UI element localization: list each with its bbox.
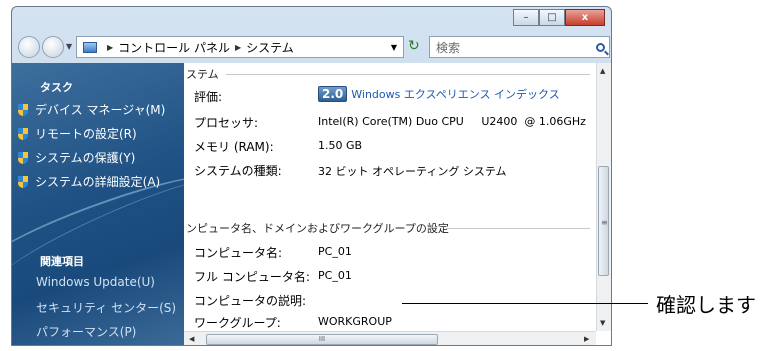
experience-index-link[interactable]: Windows エクスペリエンス インデックス	[351, 88, 559, 101]
section-title-computer: ンピュータ名、ドメインおよびワークグループの設定	[186, 222, 449, 235]
section-divider	[226, 74, 590, 75]
scroll-grip-icon: ≡	[601, 218, 608, 227]
tasks-heading: タスク	[40, 81, 73, 94]
title-bar: – □ x	[12, 7, 611, 31]
computer-name-value: PC_01	[318, 245, 352, 258]
scroll-right-icon[interactable]: ▶	[584, 335, 589, 343]
search-input[interactable]: 検索	[429, 36, 610, 58]
horizontal-scrollbar[interactable]: ◀ III ▶	[184, 331, 596, 345]
sidebar-link-device-manager[interactable]: デバイス マネージャ(M)	[18, 101, 165, 118]
processor-label: プロセッサ:	[194, 116, 259, 130]
refresh-icon[interactable]: ↻	[408, 38, 420, 54]
sidebar-link-performance[interactable]: パフォーマンス(P)	[36, 323, 136, 340]
memory-value: 1.50 GB	[318, 139, 363, 152]
shield-icon	[18, 151, 28, 164]
sidebar-link-label: システムの保護(Y)	[35, 151, 136, 165]
section-divider	[446, 228, 590, 229]
shield-icon	[18, 103, 28, 116]
sidebar-link-security-center[interactable]: セキュリティ センター(S)	[36, 299, 176, 316]
memory-label: メモリ (RAM):	[194, 140, 274, 154]
processor-value: Intel(R) Core(TM) Duo CPU U2400 @ 1.06GH…	[318, 115, 592, 128]
minimize-button[interactable]: –	[513, 9, 539, 26]
callout-leader-line	[402, 303, 648, 304]
scroll-up-icon[interactable]: ▲	[600, 67, 605, 75]
sidebar-link-advanced-settings[interactable]: システムの詳細設定(A)	[18, 173, 160, 190]
search-placeholder: 検索	[436, 40, 461, 55]
vertical-scrollbar[interactable]: ▲ ≡ ▼	[596, 63, 611, 331]
address-dropdown-icon[interactable]: ▼	[391, 43, 397, 52]
breadcrumb-system[interactable]: システム	[246, 39, 294, 56]
computer-name-label: コンピュータ名:	[194, 246, 283, 260]
callout-text: 確認します	[656, 293, 756, 317]
rating-label: 評価:	[194, 90, 223, 104]
computer-description-label: コンピュータの説明:	[194, 294, 307, 308]
sidebar-link-windows-update[interactable]: Windows Update(U)	[36, 275, 155, 289]
scroll-down-icon[interactable]: ▼	[600, 319, 605, 327]
address-bar[interactable]: ▶ コントロール パネル ▶ システム ▼	[76, 36, 404, 58]
close-button[interactable]: x	[565, 9, 605, 26]
workgroup-value: WORKGROUP	[318, 315, 392, 328]
window-controls: – □ x	[513, 9, 605, 26]
sidebar-link-system-protection[interactable]: システムの保護(Y)	[18, 149, 135, 166]
system-type-value: 32 ビット オペレーティング システム	[318, 165, 507, 178]
forward-arrow-icon[interactable]	[42, 36, 64, 58]
workgroup-label: ワークグループ:	[194, 316, 281, 330]
sidebar-link-label: リモートの設定(R)	[35, 127, 137, 141]
system-window: – □ x ▼ ▶ コントロール パネル ▶ システム ▼ ↻ 検索 タスク デ…	[11, 6, 612, 346]
shield-icon	[18, 175, 28, 188]
history-dropdown-icon[interactable]: ▼	[66, 42, 72, 51]
rating-value: 2.0 Windows エクスペリエンス インデックス	[318, 86, 560, 102]
sidebar-link-remote-settings[interactable]: リモートの設定(R)	[18, 125, 137, 142]
full-computer-name-value: PC_01	[318, 269, 352, 282]
maximize-button[interactable]: □	[539, 9, 565, 26]
section-title-system: ステム	[186, 68, 219, 81]
related-heading: 関連項目	[40, 255, 84, 268]
back-arrow-icon[interactable]	[18, 36, 40, 58]
system-type-label: システムの種類:	[194, 164, 282, 178]
breadcrumb-separator-icon[interactable]: ▶	[235, 43, 241, 52]
system-content: ステム 評価: 2.0 Windows エクスペリエンス インデックス プロセッサ…	[184, 63, 592, 331]
computer-icon	[83, 41, 97, 53]
shield-icon	[18, 127, 28, 140]
scroll-left-icon[interactable]: ◀	[189, 335, 194, 343]
sidebar-link-label: システムの詳細設定(A)	[35, 175, 161, 189]
horizontal-scroll-thumb[interactable]: III	[206, 334, 438, 345]
breadcrumb-separator-icon[interactable]: ▶	[107, 43, 113, 52]
full-computer-name-label: フル コンピュータ名:	[194, 270, 310, 284]
experience-index-badge[interactable]: 2.0	[318, 86, 348, 102]
sidebar-link-label: デバイス マネージャ(M)	[35, 103, 166, 117]
task-pane: タスク デバイス マネージャ(M) リモートの設定(R) システムの保護(Y) …	[12, 63, 184, 345]
search-icon[interactable]	[596, 42, 605, 52]
address-bar-row: ▼ ▶ コントロール パネル ▶ システム ▼ ↻ 検索	[12, 33, 611, 63]
breadcrumb-control-panel[interactable]: コントロール パネル	[118, 39, 230, 56]
